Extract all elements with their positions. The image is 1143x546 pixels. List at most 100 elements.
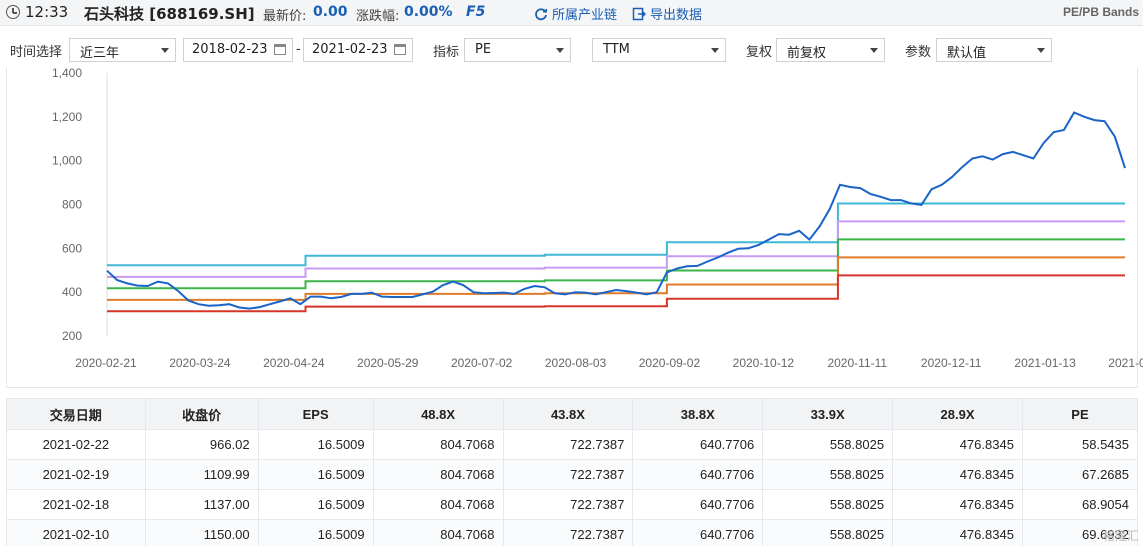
column-header[interactable]: 收盘价: [144, 398, 259, 430]
table-row: 2021-02-10 1150.00 16.5009 804.7068 722.7387…: [6, 519, 1139, 546]
table-cell: 16.5009: [257, 489, 374, 520]
time-range-value: 近三年: [80, 46, 120, 61]
table-cell: 2021-02-22: [6, 429, 146, 460]
table-cell: 640.7706: [632, 519, 764, 546]
band-43-8x-line: [107, 220, 1125, 278]
table-cell: 67.2685: [1021, 459, 1139, 490]
clock-icon: [6, 5, 20, 19]
table-cell: 558.8025: [762, 459, 894, 490]
x-tick-label: 2020-02-21: [75, 356, 137, 370]
adjust-value: 前复权: [787, 46, 827, 61]
table-cell: 2021-02-10: [6, 519, 146, 546]
x-tick-label: 2020-10-12: [733, 356, 795, 370]
band-48-8x-line: [107, 202, 1125, 267]
column-header[interactable]: PE: [1021, 398, 1139, 430]
table-cell: 476.8345: [892, 489, 1023, 520]
time-display: 12:33: [25, 3, 69, 21]
param-value: 默认值: [947, 46, 987, 61]
price-value: 0.00: [313, 4, 348, 20]
date-separator: -: [296, 42, 301, 57]
table-header-row: 交易日期 收盘价 EPS 48.8X 43.8X 38.8X 33.9X 28.9X PE: [6, 398, 1139, 430]
ttm-select[interactable]: TTM: [592, 38, 726, 62]
column-header[interactable]: 43.8X: [502, 398, 634, 430]
stock-title: 石头科技 [688169.SH]: [84, 5, 255, 23]
table-row: 2021-02-19 1109.99 16.5009 804.7068 722.7387…: [6, 459, 1139, 490]
ttm-value: TTM: [603, 42, 630, 57]
x-tick-label: 2020-09-02: [639, 356, 701, 370]
start-date-value: 2018-02-23: [192, 42, 268, 57]
table-cell: 804.7068: [372, 459, 504, 490]
table-cell: 722.7387: [502, 459, 634, 490]
column-header[interactable]: 33.9X: [762, 398, 894, 430]
table-cell: 68.9054: [1021, 489, 1139, 520]
x-tick-label: 2020-07-02: [451, 356, 513, 370]
f5-button[interactable]: F5: [466, 4, 485, 20]
column-header[interactable]: 交易日期: [6, 398, 146, 430]
change-value: 0.00%: [404, 4, 453, 20]
table-cell: 1109.99: [144, 459, 259, 490]
indicator-label: 指标: [433, 45, 460, 60]
table-cell: 476.8345: [892, 459, 1023, 490]
export-icon: [632, 7, 646, 20]
column-header[interactable]: EPS: [257, 398, 374, 430]
refresh-icon: [535, 7, 548, 20]
table-cell: 476.8345: [892, 519, 1023, 546]
column-header[interactable]: 28.9X: [892, 398, 1023, 430]
y-tick-label: 200: [62, 329, 82, 343]
column-header[interactable]: 38.8X: [632, 398, 764, 430]
chevron-down-icon: [1037, 48, 1045, 53]
y-tick-label: 1,400: [52, 66, 82, 80]
price-line: [106, 111, 1126, 310]
table-cell: 640.7706: [632, 489, 764, 520]
x-tick-label: 2020-05-29: [357, 356, 419, 370]
table-cell: 2021-02-18: [6, 489, 146, 520]
table-cell: 16.5009: [257, 459, 374, 490]
end-date-input[interactable]: 2021-02-23: [303, 38, 413, 62]
param-select[interactable]: 默认值: [936, 38, 1052, 62]
table-cell: 722.7387: [502, 489, 634, 520]
filter-bar: 时间选择 近三年 2018-02-23 - 2021-02-23 指标 PE T…: [0, 34, 1143, 66]
chevron-down-icon: [161, 48, 169, 53]
table-cell: 640.7706: [632, 459, 764, 490]
table-cell: 558.8025: [762, 489, 894, 520]
y-tick-label: 400: [62, 285, 82, 299]
band-38-8x-line: [107, 238, 1125, 290]
x-tick-label: 2020-04-24: [263, 356, 325, 370]
x-tick-label: 2020-11-11: [827, 356, 887, 370]
export-data-link[interactable]: 导出数据: [632, 4, 702, 23]
mode-title: PE/PB Bands: [1062, 5, 1139, 19]
price-label: 最新价:: [263, 9, 307, 24]
indicator-value: PE: [475, 42, 492, 57]
adjust-select[interactable]: 前复权: [776, 38, 885, 62]
table-cell: 1150.00: [144, 519, 259, 546]
table-cell: 476.8345: [892, 429, 1023, 460]
x-tick-label: 2021-01-13: [1014, 356, 1076, 370]
indicator-select[interactable]: PE: [464, 38, 571, 62]
y-tick-label: 600: [62, 241, 82, 255]
y-tick-label: 800: [62, 198, 82, 212]
chevron-down-icon: [870, 48, 878, 53]
start-date-input[interactable]: 2018-02-23: [183, 38, 293, 62]
pe-band-chart[interactable]: 200 400 600 800 1,000 1,200 1,400 2020-02-21 202…: [0, 66, 1143, 376]
x-tick-label: 2021-02-19: [1108, 356, 1143, 370]
industry-chain-label: 所属产业链: [552, 8, 618, 23]
table-cell: 804.7068: [372, 489, 504, 520]
table-cell: 558.8025: [762, 519, 894, 546]
export-data-label: 导出数据: [650, 8, 703, 23]
table-cell: 16.5009: [257, 519, 374, 546]
table-cell: 722.7387: [502, 519, 634, 546]
column-header[interactable]: 48.8X: [372, 398, 504, 430]
table-cell: 1137.00: [144, 489, 259, 520]
table-cell: 640.7706: [632, 429, 764, 460]
table-cell: 58.5435: [1021, 429, 1139, 460]
x-tick-label: 2020-12-11: [921, 356, 982, 370]
change-label: 涨跌幅:: [356, 9, 400, 24]
industry-chain-link[interactable]: 所属产业链: [534, 4, 617, 23]
band-33-9x-line: [107, 256, 1125, 301]
table-cell: 16.5009: [257, 429, 374, 460]
data-table: 交易日期 收盘价 EPS 48.8X 43.8X 38.8X 33.9X 28.9X PE 20…: [6, 398, 1139, 546]
table-cell: 722.7387: [502, 429, 634, 460]
watermark: 格隆汇: [1102, 529, 1139, 543]
time-range-select[interactable]: 近三年: [69, 38, 176, 62]
top-bar: 12:33 石头科技 [688169.SH] 最新价: 0.00 涨跌幅: 0.…: [0, 0, 1143, 26]
